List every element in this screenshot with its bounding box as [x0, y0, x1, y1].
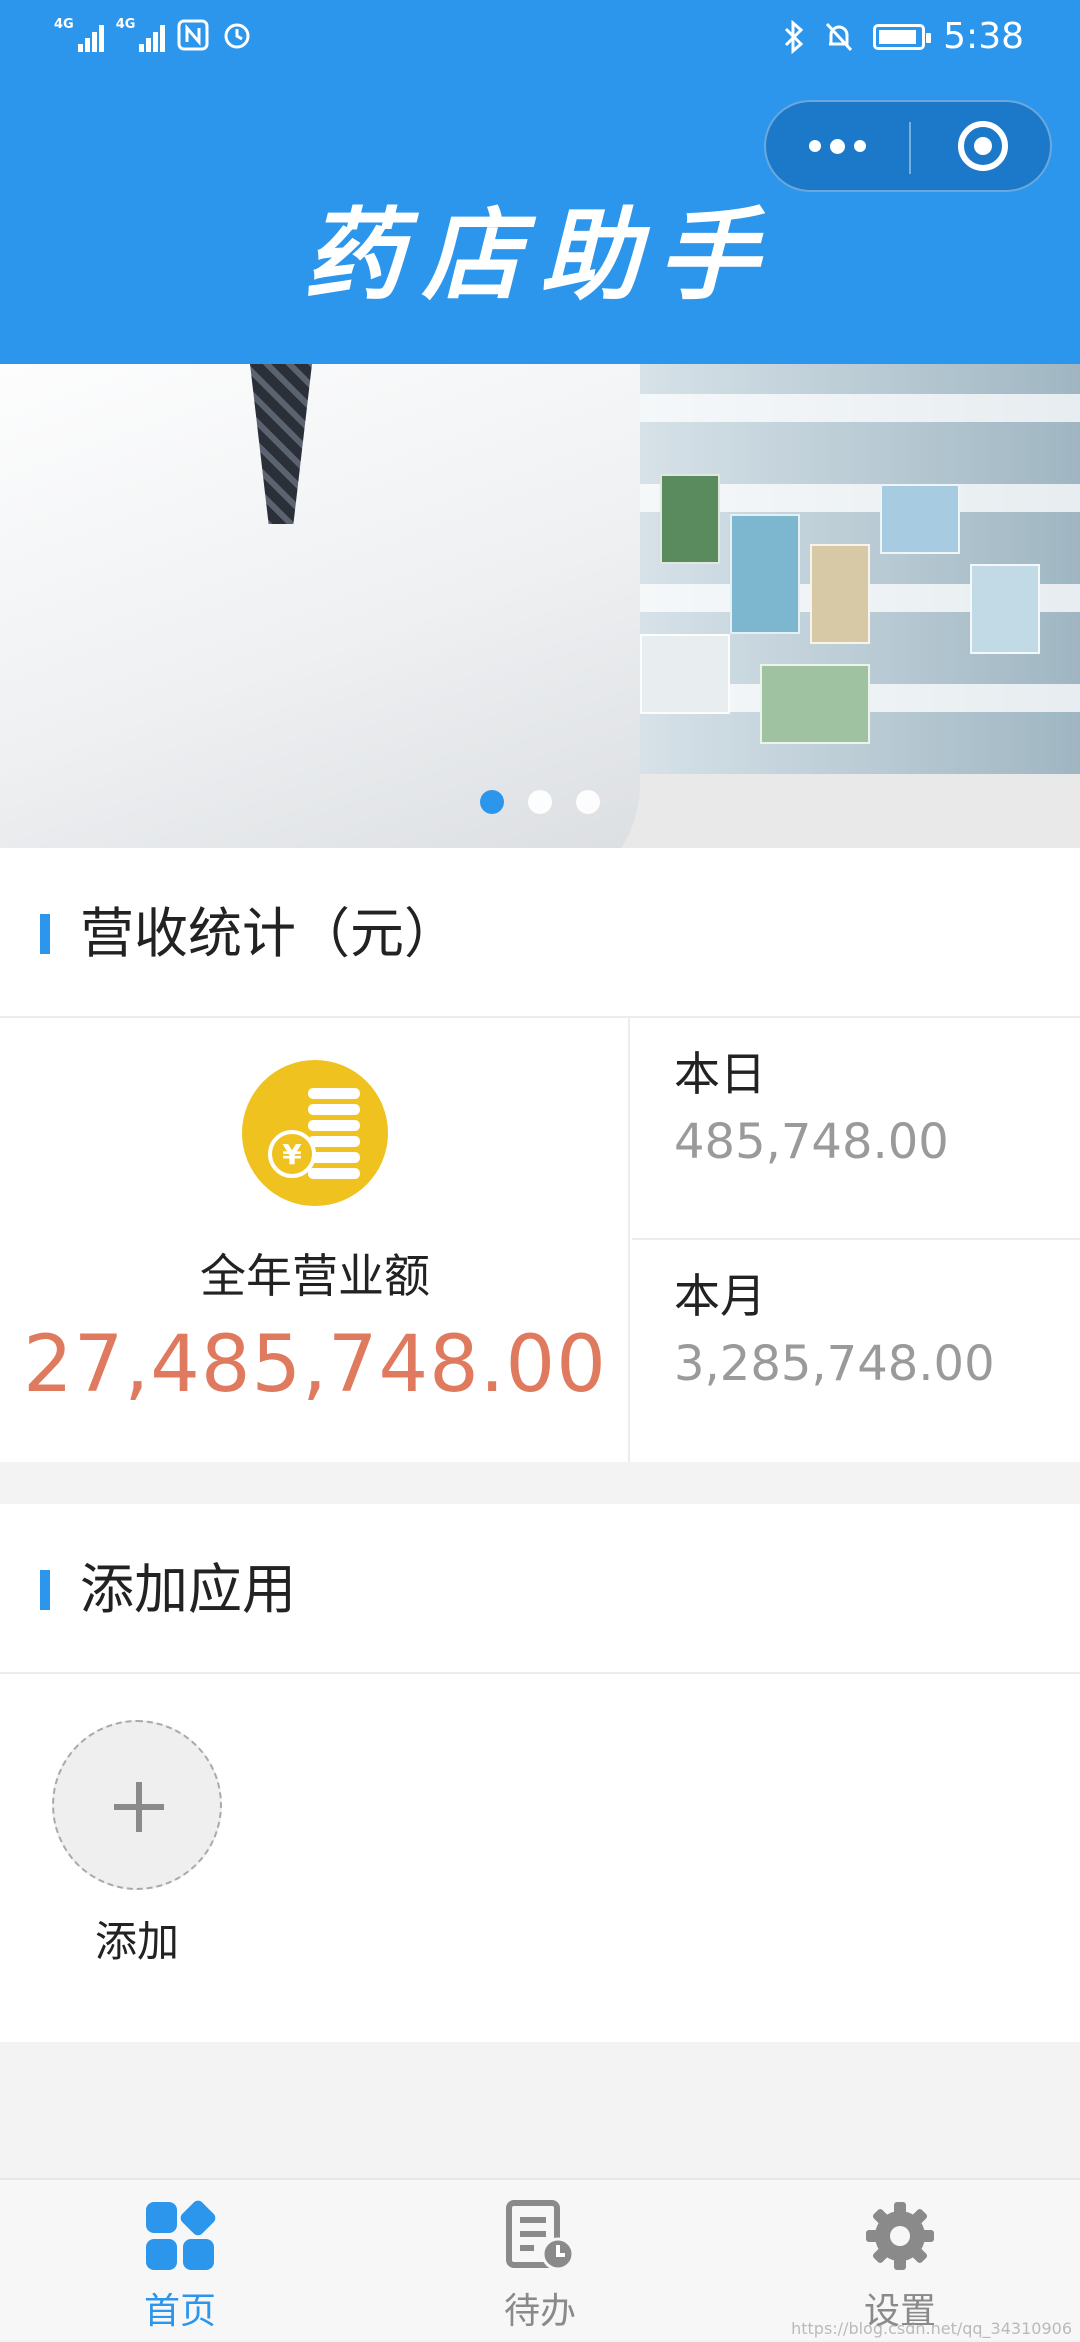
section-accent-bar: [40, 914, 50, 954]
revenue-stats: ¥ 全年营业额 27,485,748.00 本日 485,748.00 本月 3…: [0, 1018, 1080, 1462]
carousel-indicators: [0, 790, 1080, 814]
monthly-revenue-value: 3,285,748.00: [674, 1336, 995, 1392]
gear-icon: [866, 2202, 934, 2270]
coin-stack-icon: ¥: [242, 1060, 388, 1206]
monthly-revenue-panel: 本月 3,285,748.00: [632, 1240, 1080, 1462]
status-bar: 4G 4G 5:38: [0, 0, 1080, 72]
banner-product: [640, 634, 730, 714]
tab-settings[interactable]: 设置: [720, 2180, 1080, 2342]
app-header: 4G 4G 5:38 药店助手: [0, 0, 1080, 364]
app-title: 药店助手: [304, 196, 776, 314]
carousel-dot[interactable]: [480, 790, 504, 814]
banner-product: [730, 514, 800, 634]
plus-icon: [136, 1782, 142, 1832]
add-app-button[interactable]: [52, 1720, 222, 1890]
battery-icon: [873, 23, 932, 50]
yen-symbol: ¥: [268, 1130, 316, 1178]
apps-section-header: 添加应用: [0, 1504, 1080, 1674]
tab-home[interactable]: 首页: [0, 2180, 360, 2342]
network-type-1: 4G: [54, 17, 74, 32]
banner-product: [880, 484, 960, 554]
home-grid-icon: [146, 2200, 216, 2270]
banner-product: [970, 564, 1040, 654]
apps-section-title: 添加应用: [80, 1558, 296, 1621]
status-time: 5:38: [943, 16, 1024, 57]
banner-carousel[interactable]: [0, 364, 1080, 848]
section-accent-bar: [40, 1570, 50, 1610]
daily-revenue-value: 485,748.00: [674, 1114, 949, 1170]
network-type-2: 4G: [115, 17, 136, 32]
banner-pharmacist-coat: [0, 364, 640, 848]
annual-revenue-value: 27,485,748.00: [23, 1320, 607, 1410]
daily-revenue-label: 本日: [674, 1047, 766, 1101]
monthly-revenue-label: 本月: [674, 1269, 766, 1323]
annual-revenue-label: 全年营业额: [200, 1249, 430, 1303]
nfc-icon: [177, 19, 209, 51]
status-left: 4G 4G: [54, 18, 253, 52]
todo-list-icon: [506, 2200, 575, 2271]
mini-program-capsule: [764, 100, 1052, 192]
annual-revenue-panel: ¥ 全年营业额 27,485,748.00: [0, 1018, 630, 1462]
signal-icon: 4G: [54, 18, 104, 52]
daily-revenue-panel: 本日 485,748.00: [632, 1018, 1080, 1240]
add-app-label[interactable]: 添加: [52, 1908, 222, 1969]
apps-panel: 添加: [0, 1674, 1080, 2042]
carousel-dot[interactable]: [528, 790, 552, 814]
revenue-section-header: 营收统计（元）: [0, 848, 1080, 1018]
banner-product: [760, 664, 870, 744]
revenue-section-title: 营收统计（元）: [80, 902, 458, 965]
alarm-icon: [224, 23, 250, 49]
banner-product: [810, 544, 870, 644]
tab-todo-label: 待办: [503, 2291, 576, 2332]
bluetooth-icon: [785, 19, 804, 54]
carousel-dot[interactable]: [576, 790, 600, 814]
signal-icon: 4G: [116, 18, 166, 52]
status-right: 5:38: [783, 16, 1024, 57]
watermark-text: https://blog.csdn.net/qq_34310906: [791, 2319, 1072, 2338]
target-circle-icon[interactable]: [911, 102, 1054, 190]
banner-product: [660, 474, 720, 564]
more-dots-icon[interactable]: [766, 102, 909, 190]
bottom-tab-bar: 首页 待办 设置 https://blog.csdn.net/qq_343109…: [0, 2178, 1080, 2340]
tab-todo[interactable]: 待办: [360, 2180, 720, 2342]
bell-off-icon: [826, 22, 853, 51]
banner-shelf: [630, 394, 1080, 422]
tab-home-label: 首页: [143, 2291, 216, 2332]
